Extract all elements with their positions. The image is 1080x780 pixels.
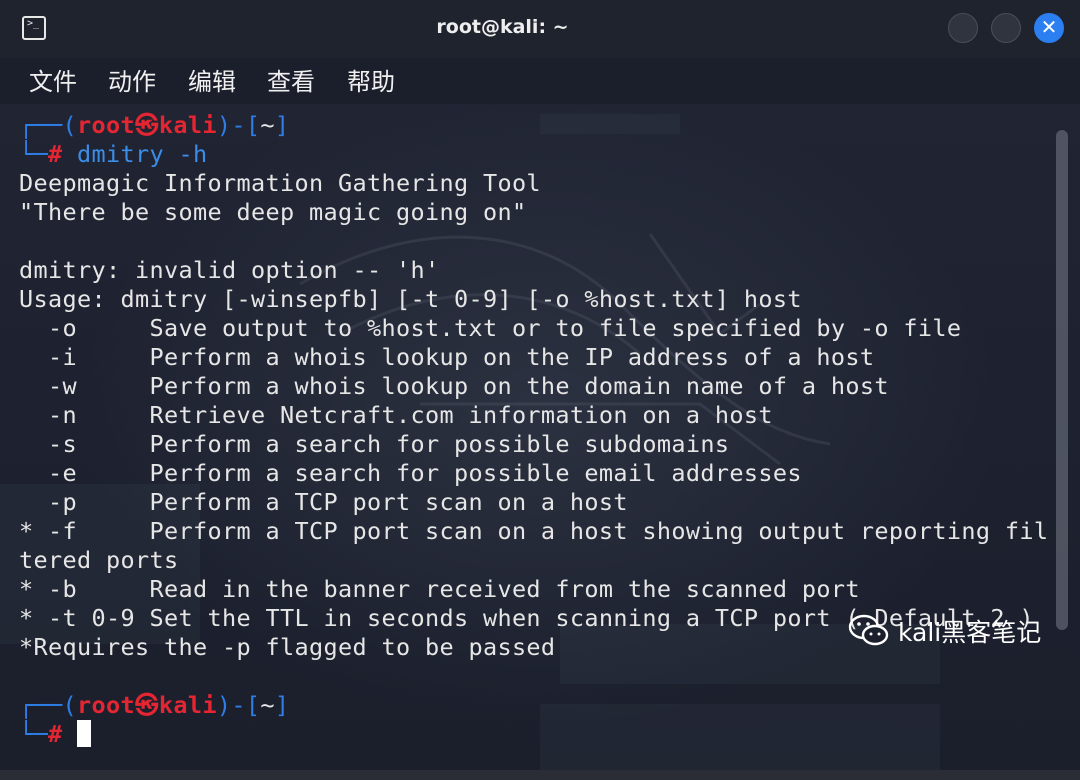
title-bar: >_ root@kali: ~ ✕ — [0, 0, 1080, 58]
output-line: "There be some deep magic going on" — [19, 198, 527, 226]
terminal-area[interactable]: ┌──(root㉿kali)-[~] └─# dmitry -h Deepmag… — [0, 104, 1080, 780]
prompt-line-1: ┌──(root㉿kali)-[~] — [19, 111, 290, 139]
menu-actions[interactable]: 动作 — [108, 62, 156, 97]
menu-file[interactable]: 文件 — [29, 62, 77, 97]
command-text: dmitry -h — [77, 140, 208, 168]
window-bottom-border — [0, 770, 1080, 780]
output-line: * -b Read in the banner received from th… — [19, 575, 860, 603]
output-line: *Requires the -p flagged to be passed — [19, 633, 556, 661]
close-button[interactable]: ✕ — [1034, 13, 1064, 43]
watermark-text: kali黑客笔记 — [898, 618, 1042, 647]
text-cursor — [77, 720, 91, 747]
menu-edit[interactable]: 编辑 — [188, 62, 236, 97]
maximize-button[interactable] — [991, 13, 1021, 43]
minimize-button[interactable] — [948, 13, 978, 43]
output-line: -i Perform a whois lookup on the IP addr… — [19, 343, 875, 371]
output-line: Deepmagic Information Gathering Tool — [19, 169, 541, 197]
output-line: dmitry: invalid option -- 'h' — [19, 256, 440, 284]
prompt-line-2: └─# — [19, 720, 63, 748]
close-icon: ✕ — [1040, 15, 1058, 39]
output-line: * -f Perform a TCP port scan on a host s… — [19, 517, 1049, 545]
menu-view[interactable]: 查看 — [267, 62, 315, 97]
menu-help[interactable]: 帮助 — [347, 62, 395, 97]
output-line: -e Perform a search for possible email a… — [19, 459, 802, 487]
output-line: -p Perform a TCP port scan on a host — [19, 488, 628, 516]
wechat-icon — [848, 614, 889, 646]
output-line: tered ports — [19, 546, 179, 574]
output-line: -s Perform a search for possible subdoma… — [19, 430, 730, 458]
scrollbar[interactable] — [1056, 130, 1068, 630]
menu-bar: 文件 动作 编辑 查看 帮助 — [0, 58, 1080, 104]
output-line: -o Save output to %host.txt or to file s… — [19, 314, 962, 342]
output-line: -w Perform a whois lookup on the domain … — [19, 372, 889, 400]
prompt-line-2: └─# dmitry -h — [19, 140, 208, 168]
prompt-line-1: ┌──(root㉿kali)-[~] — [19, 691, 290, 719]
window-title: root@kali: ~ — [436, 16, 569, 38]
output-line: -n Retrieve Netcraft.com information on … — [19, 401, 773, 429]
output-line: Usage: dmitry [-winsepfb] [-t 0-9] [-o %… — [19, 285, 802, 313]
